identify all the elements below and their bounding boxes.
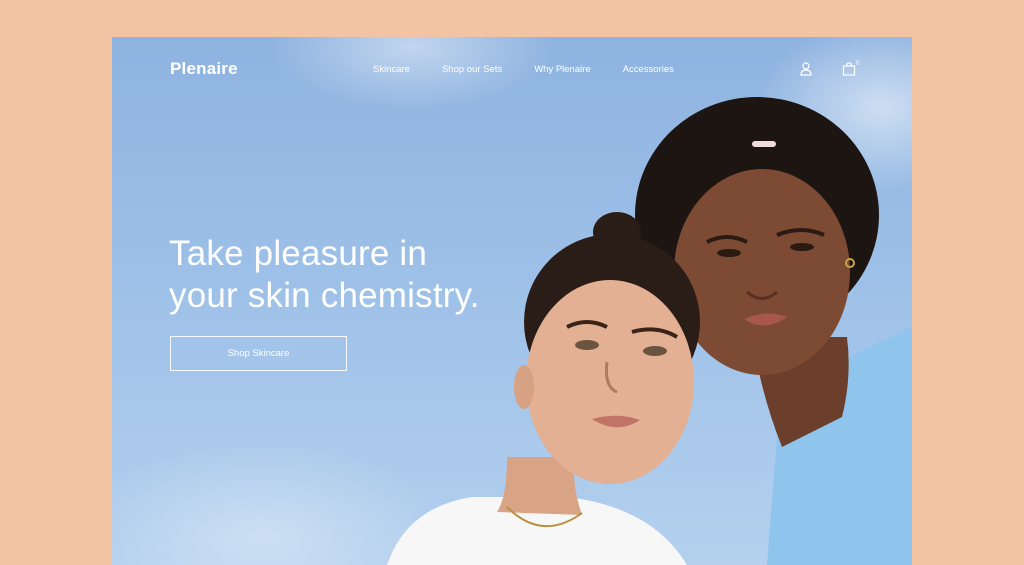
- user-icon[interactable]: [798, 61, 814, 77]
- site-frame: Plenaire Skincare Shop our Sets Why Plen…: [112, 37, 912, 565]
- top-navigation: Plenaire Skincare Shop our Sets Why Plen…: [112, 37, 912, 101]
- hero-headline: Take pleasure in your skin chemistry.: [169, 233, 589, 317]
- brand-logo[interactable]: Plenaire: [170, 59, 238, 79]
- cart-count-badge: 0: [856, 60, 860, 67]
- shopping-bag-icon[interactable]: [841, 61, 857, 77]
- nav-link-shop-our-sets[interactable]: Shop our Sets: [442, 64, 502, 75]
- hero-headline-line-2: your skin chemistry.: [169, 276, 480, 315]
- hero-headline-line-1: Take pleasure in: [169, 234, 428, 273]
- nav-link-skincare[interactable]: Skincare: [373, 64, 410, 75]
- main-menu: Skincare Shop our Sets Why Plenaire Acce…: [373, 64, 674, 75]
- nav-link-accessories[interactable]: Accessories: [623, 64, 674, 75]
- shop-skincare-button[interactable]: Shop Skincare: [170, 336, 347, 371]
- right-model-face: [674, 169, 850, 375]
- nav-link-why-plenaire[interactable]: Why Plenaire: [534, 64, 591, 75]
